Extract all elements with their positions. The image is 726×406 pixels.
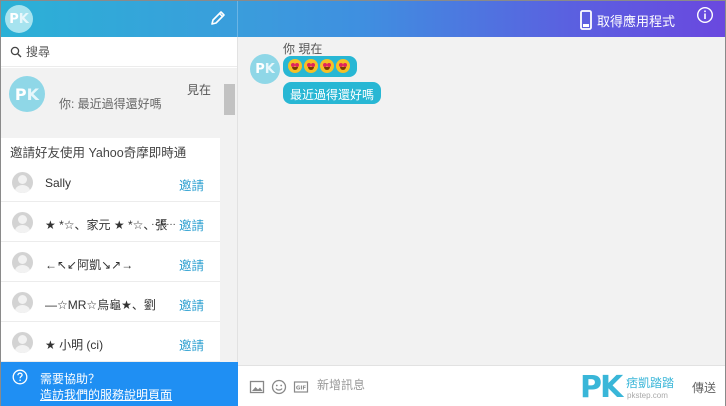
get-app-label: 取得應用程式 [597,13,676,29]
friend-name: ←↖↙阿凱↘↗→ [45,258,134,272]
pencil-icon [211,11,225,25]
invite-button[interactable]: 邀請 [179,335,204,354]
text-message-bubble[interactable]: 最近過得還好嗎 [283,82,382,104]
avatar-letter-p: P [255,61,265,77]
invite-button[interactable]: 邀請 [179,215,204,234]
conversation-preview: 你: 最近過得還好嗎 [59,97,162,111]
heart-eyes-emoji-icon [304,58,318,73]
avatar-letter-p: P [9,11,19,27]
watermark-title: 痞凱踏踏 [626,376,675,390]
message-meta: 你 現在 [283,42,323,56]
default-avatar-icon [12,252,33,273]
conversation-item[interactable]: PK 見在 你: 最近過得還好嗎 [1,68,237,128]
sidebar: PK 見在 你: 最近過得還好嗎 邀請好友使用 Yahoo奇摩即時通 Sally… [1,37,238,362]
default-avatar-icon [12,292,33,313]
friend-row: —☆MR☆烏龜★、劉 邀請 [1,282,220,322]
friend-row: ←↖↙阿凱↘↗→ 邀請 [1,242,220,282]
help-bar: 需要協助？ 造訪我們的服務說明頁面 [1,362,238,406]
default-avatar-icon [12,332,33,353]
avatar-letter-k: K [26,84,40,104]
gif-icon[interactable]: GIF [293,379,309,395]
question-icon [12,369,28,385]
friend-name: —☆MR☆烏龜★、劉 [45,298,156,312]
heart-eyes-emoji-icon [320,58,334,73]
help-link[interactable]: 造訪我們的服務說明頁面 [40,386,172,403]
compose-new-button[interactable] [206,6,230,30]
heart-eyes-emoji-icon [288,58,302,73]
messenger-window: PK 取得應用程式 搜尋 P K 見在 你: 最近過得還好嗎 邀請好友使用 Ya… [0,0,726,406]
send-button[interactable]: 傳送 [692,379,716,396]
search-bar [1,37,237,67]
chat-panel: PK 你 現在 最近過得還好嗎 [238,37,725,365]
watermark-url: pkstep.com [627,391,668,400]
header-divider [237,1,238,37]
watermark-logo: PK 痞凱踏踏 pkstep.com [580,370,680,405]
heart-eyes-emoji-icon [336,58,350,73]
search-icon [10,46,22,57]
image-icon[interactable] [249,379,265,395]
emoji-icon[interactable] [271,379,287,395]
name-truncation: …c… [151,217,176,228]
friend-row: ★ *☆、家元 ★ *☆、張 …c… 邀請 [1,202,220,242]
friend-row: Sally 邀請 [1,162,220,202]
info-icon [696,6,714,24]
scrollbar-thumb[interactable] [224,84,235,115]
invite-button[interactable]: 邀請 [179,255,204,274]
sidebar-scrollbar[interactable] [220,138,237,362]
search-input[interactable] [26,44,216,59]
top-bar: PK 取得應用程式 [1,1,725,37]
sender-avatar[interactable]: PK [250,54,280,84]
invite-button[interactable]: 邀請 [179,295,204,314]
avatar-letter-p: P [14,84,27,104]
get-app-button[interactable]: 取得應用程式 [579,8,675,32]
friend-name: Sally [45,176,72,190]
info-button[interactable] [695,5,715,25]
default-avatar-icon [12,212,33,233]
invite-button[interactable]: 邀請 [179,175,204,194]
message-input[interactable] [317,378,567,392]
avatar-letter-k: K [264,61,275,77]
compose-bar: GIF PK 痞凱踏踏 pkstep.com 傳送 [238,365,725,406]
svg-text:GIF: GIF [296,386,307,392]
invite-section-title: 邀請好友使用 Yahoo奇摩即時通 [10,146,187,160]
help-title: 需要協助？ [40,372,101,386]
conversation-avatar: PK [9,76,45,112]
friend-name: ★ 小明 (ci) [45,338,104,352]
emoji-message-bubble[interactable] [283,56,357,77]
default-avatar-icon [12,172,33,193]
friend-row: ★ 小明 (ci) 邀請 [1,322,220,362]
user-avatar[interactable]: PK [5,5,33,33]
watermark-mark: PK [580,370,623,405]
avatar-letter-k: K [18,11,29,27]
section-separator [1,128,237,138]
phone-icon [580,10,592,30]
conversation-time: 見在 [187,83,212,97]
